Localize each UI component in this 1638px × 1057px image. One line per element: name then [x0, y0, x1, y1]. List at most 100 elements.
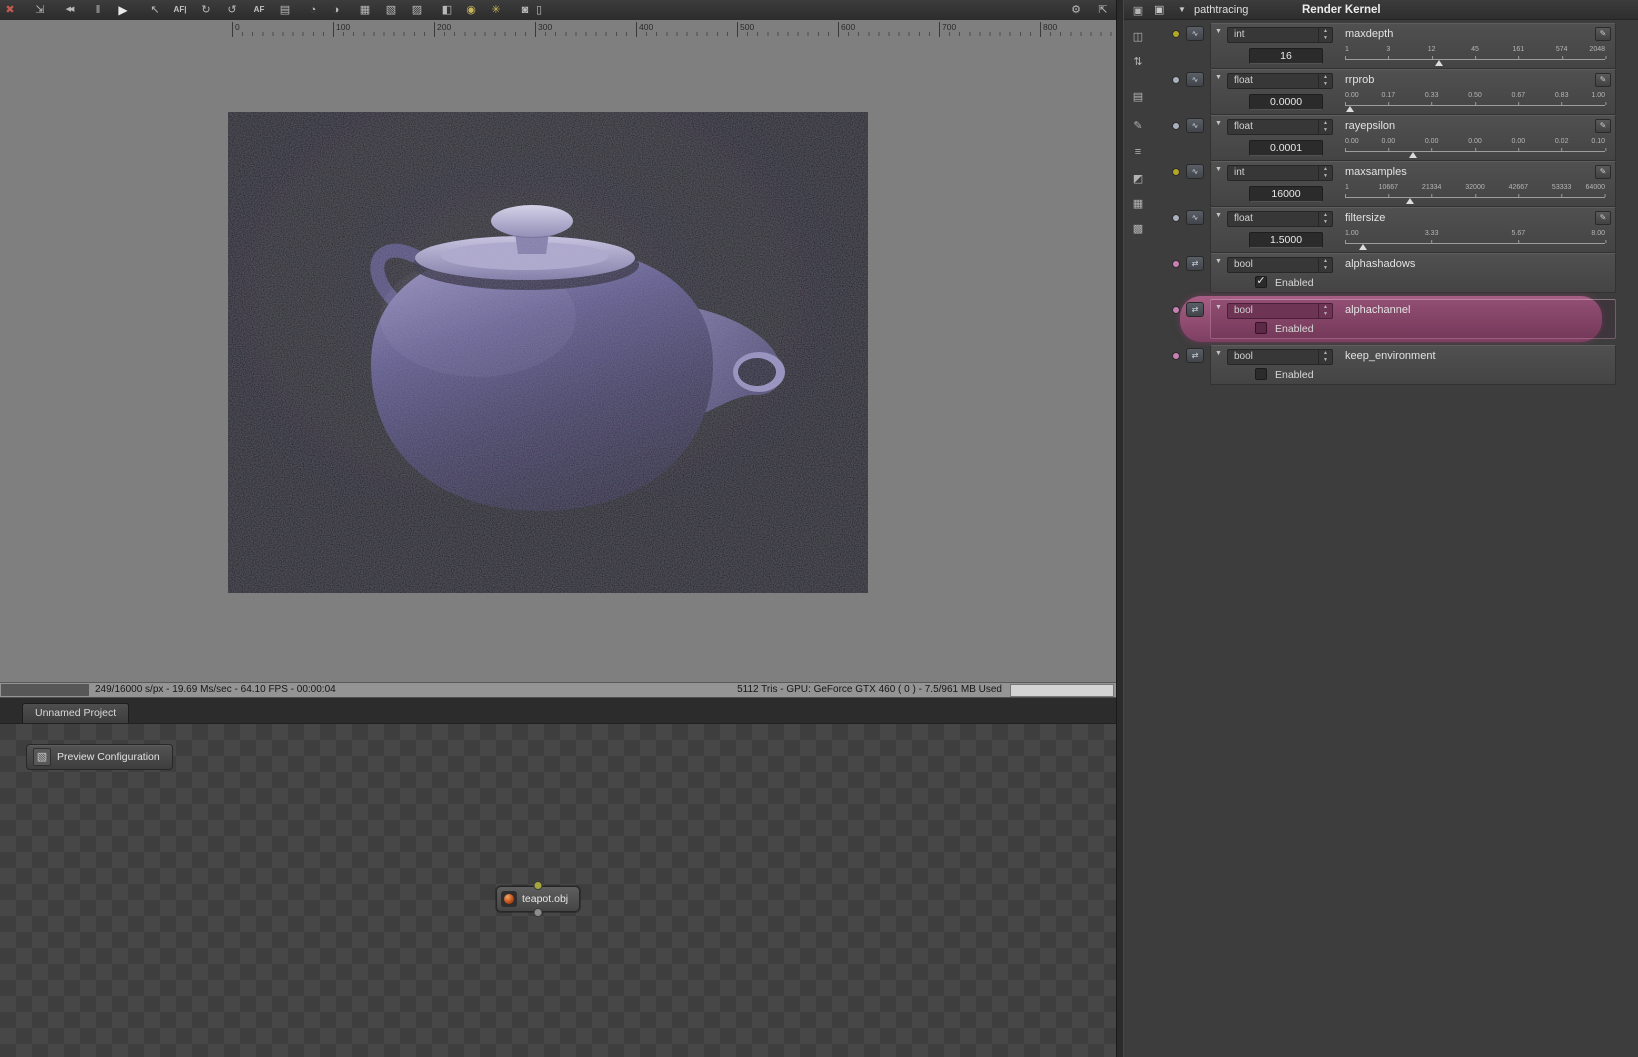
collapse-toggle-icon[interactable]: ▼: [1215, 350, 1222, 357]
render-preview-image[interactable]: [228, 112, 868, 593]
panel-splitter[interactable]: [1116, 0, 1124, 1057]
param-value-input[interactable]: 0.0000: [1249, 94, 1323, 110]
param-slider[interactable]: 0.00 0.00 0.00 0.00 0.00 0.02 0.10: [1345, 138, 1606, 160]
node-input-port[interactable]: [533, 881, 543, 890]
param-slider[interactable]: 1.00 3.33 5.67 8.00: [1345, 230, 1606, 252]
collapse-toggle-icon[interactable]: ▼: [1215, 258, 1222, 265]
curve-editor-button[interactable]: ✎: [1595, 119, 1611, 133]
autofocus-lock-icon[interactable]: AF: [254, 0, 265, 20]
param-icon-button[interactable]: ∿: [1186, 164, 1204, 179]
turntable-icon[interactable]: ◑: [333, 0, 340, 20]
param-checkbox[interactable]: ✓: [1255, 275, 1267, 288]
fullscreen-icon[interactable]: ⇱: [1098, 0, 1107, 20]
pick-material-icon[interactable]: ↖: [150, 0, 159, 20]
param-value-input[interactable]: 0.0001: [1249, 140, 1323, 156]
region-render-icon[interactable]: ◧: [442, 0, 452, 20]
imager-icon[interactable]: ≡: [1128, 143, 1148, 161]
orbit-camera-icon[interactable]: ◔: [310, 0, 317, 20]
slider-marker[interactable]: [1406, 198, 1414, 204]
param-value-input[interactable]: 16: [1249, 48, 1323, 64]
param-type-select[interactable]: bool ▲ ▼: [1227, 257, 1333, 273]
restart-render-icon[interactable]: ◀◀: [66, 0, 75, 20]
collapse-toggle-icon[interactable]: ▼: [1215, 304, 1222, 311]
param-type-select[interactable]: bool ▲ ▼: [1227, 303, 1333, 319]
param-slider[interactable]: 0.00 0.17 0.33 0.50 0.67 0.83 1.00: [1345, 92, 1606, 114]
param-slider[interactable]: 1 10667 21334 32000 42667 53333 64000: [1345, 184, 1607, 206]
white-balance-icon[interactable]: ↺: [227, 0, 236, 20]
subsample-icon[interactable]: ◉: [466, 0, 476, 20]
param-icon-button[interactable]: ⇄: [1186, 256, 1204, 271]
param-type-select[interactable]: float ▲ ▼: [1227, 119, 1333, 135]
param-type-spinner[interactable]: ▲ ▼: [1318, 74, 1332, 88]
param-row-maxdepth[interactable]: ∿ ▼ int ▲ ▼ maxdepth ✎ 16 1 3 12 45 161 5…: [1166, 23, 1622, 69]
render-passes-icon[interactable]: ▤: [1128, 88, 1148, 106]
param-type-spinner[interactable]: ▲ ▼: [1318, 350, 1332, 364]
param-row-keep-environment[interactable]: ⇄ ▼ bool ▲ ▼ keep_environment Enabled: [1166, 345, 1622, 385]
autofocus-icon[interactable]: AF|: [174, 0, 187, 20]
param-icon-button[interactable]: ∿: [1186, 26, 1204, 41]
node-output-port[interactable]: [533, 908, 543, 917]
compare-icon[interactable]: ⇅: [1128, 53, 1148, 71]
param-icon-button[interactable]: ∿: [1186, 210, 1204, 225]
slider-marker[interactable]: [1346, 106, 1355, 112]
curve-editor-button[interactable]: ✎: [1595, 211, 1611, 225]
curve-editor-button[interactable]: ✎: [1595, 27, 1611, 41]
collapse-toggle-icon[interactable]: ▼: [1215, 120, 1222, 127]
param-type-select[interactable]: int ▲ ▼: [1227, 165, 1333, 181]
print-icon[interactable]: ▤: [280, 0, 290, 20]
preview-configuration-button[interactable]: ▧ Preview Configuration: [26, 744, 173, 770]
param-icon-button[interactable]: ⇄: [1186, 348, 1204, 363]
param-type-spinner[interactable]: ▲ ▼: [1318, 304, 1332, 318]
curve-editor-button[interactable]: ✎: [1595, 165, 1611, 179]
node-teapot-obj[interactable]: teapot.obj: [496, 881, 580, 917]
param-type-select[interactable]: int ▲ ▼: [1227, 27, 1333, 43]
play-render-icon[interactable]: ▶: [118, 0, 127, 20]
param-icon-button[interactable]: ∿: [1186, 118, 1204, 133]
lock-resolution-icon[interactable]: ◙: [522, 0, 529, 20]
render-target-icon[interactable]: ▣: [1128, 2, 1148, 20]
param-slider[interactable]: 1 3 12 45 161 574 2048: [1345, 46, 1606, 68]
inspector-collapse-icon[interactable]: ▼: [1178, 0, 1186, 20]
collapse-toggle-icon[interactable]: ▼: [1215, 74, 1222, 81]
checker-background-icon[interactable]: ▧: [386, 0, 396, 20]
stop-render-icon[interactable]: ✖: [5, 0, 14, 20]
collapse-toggle-icon[interactable]: ▼: [1215, 166, 1222, 173]
checker-grid-icon[interactable]: ▨: [412, 0, 422, 20]
settings-icon[interactable]: ⚙: [1071, 0, 1081, 20]
copy-frame-icon[interactable]: ▯: [536, 0, 542, 20]
param-row-rrprob[interactable]: ∿ ▼ float ▲ ▼ rrprob ✎ 0.0000 0.00 0.17 0…: [1166, 69, 1622, 115]
param-checkbox[interactable]: [1255, 322, 1267, 334]
param-row-alphashadows[interactable]: ⇄ ▼ bool ▲ ▼ alphashadows ✓ Enabled: [1166, 253, 1622, 293]
image-view-icon[interactable]: ▦: [1128, 195, 1148, 213]
camera-edit-icon[interactable]: ✎: [1128, 117, 1148, 135]
reset-view-icon[interactable]: ⇲: [35, 0, 44, 20]
alpha-background-icon[interactable]: ▩: [1128, 220, 1148, 238]
collapse-toggle-icon[interactable]: ▼: [1215, 28, 1222, 35]
param-type-select[interactable]: bool ▲ ▼: [1227, 349, 1333, 365]
param-type-spinner[interactable]: ▲ ▼: [1318, 28, 1332, 42]
tab-unnamed-project[interactable]: Unnamed Project: [22, 703, 130, 723]
curve-editor-button[interactable]: ✎: [1595, 73, 1611, 87]
param-type-select[interactable]: float ▲ ▼: [1227, 73, 1333, 89]
save-image-icon[interactable]: ◩: [1128, 170, 1148, 188]
param-icon-button[interactable]: ⇄: [1186, 302, 1204, 317]
collapse-toggle-icon[interactable]: ▼: [1215, 212, 1222, 219]
param-type-spinner[interactable]: ▲ ▼: [1318, 166, 1332, 180]
slider-marker[interactable]: [1408, 152, 1417, 158]
checker-alpha-icon[interactable]: ▦: [360, 0, 370, 20]
param-row-filtersize[interactable]: ∿ ▼ float ▲ ▼ filtersize ✎ 1.5000 1.00 3.…: [1166, 207, 1622, 253]
param-type-spinner[interactable]: ▲ ▼: [1318, 120, 1332, 134]
inspector-target-icon[interactable]: ▣: [1154, 0, 1164, 20]
param-checkbox[interactable]: [1255, 368, 1267, 380]
markers-icon[interactable]: ✳: [491, 0, 500, 20]
pause-render-icon[interactable]: ‖: [96, 0, 101, 20]
slider-marker[interactable]: [1434, 60, 1443, 66]
param-type-spinner[interactable]: ▲ ▼: [1318, 258, 1332, 272]
refresh-render-icon[interactable]: ↻: [201, 0, 210, 20]
param-value-input[interactable]: 16000: [1249, 186, 1323, 202]
param-row-maxsamples[interactable]: ∿ ▼ int ▲ ▼ maxsamples ✎ 16000 1 10667 21…: [1166, 161, 1622, 207]
param-row-rayepsilon[interactable]: ∿ ▼ float ▲ ▼ rayepsilon ✎ 0.0001 0.00 0.…: [1166, 115, 1622, 161]
param-value-input[interactable]: 1.5000: [1249, 232, 1323, 248]
param-row-alphachannel[interactable]: ⇄ ▼ bool ▲ ▼ alphachannel Enabled: [1166, 296, 1622, 342]
copy-image-icon[interactable]: ◫: [1128, 28, 1148, 46]
